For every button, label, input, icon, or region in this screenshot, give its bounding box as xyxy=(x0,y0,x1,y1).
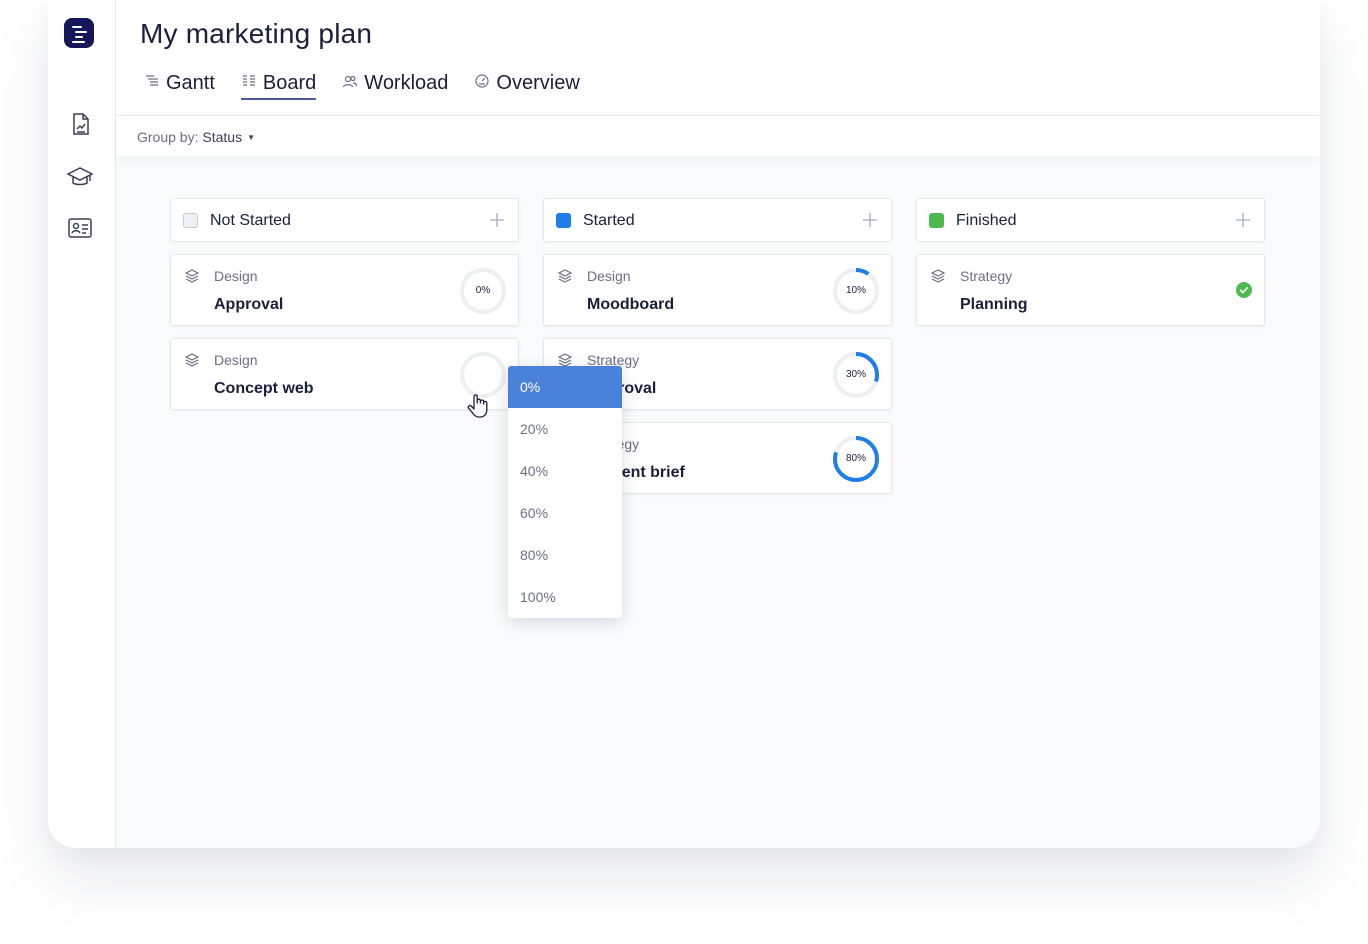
progress-label: 80% xyxy=(845,453,866,464)
column-title: Started xyxy=(583,212,635,229)
completed-check-icon[interactable] xyxy=(1235,281,1253,299)
task-card[interactable]: Design Moodboard 10% xyxy=(543,254,892,326)
tab-label: Board xyxy=(262,71,317,94)
app-logo-icon[interactable] xyxy=(64,18,94,48)
progress-option-0[interactable]: 0% xyxy=(508,366,622,408)
column-started: Started Design Moodboard 10% Strategy Ap… xyxy=(543,198,892,494)
task-category: Design xyxy=(587,268,631,284)
task-name: Moodboard xyxy=(587,296,675,313)
tab-overview[interactable]: Overview xyxy=(474,68,580,98)
caret-down-icon: ▼ xyxy=(247,133,255,142)
group-by-label: Group by: xyxy=(137,129,199,145)
column-header: Finished xyxy=(916,198,1265,242)
layers-icon xyxy=(557,268,573,284)
progress-option-20[interactable]: 20% xyxy=(508,408,622,450)
tab-label: Workload xyxy=(364,71,449,94)
progress-label: 30% xyxy=(845,369,866,380)
progress-ring[interactable]: 10% xyxy=(831,266,881,316)
contact-card-icon[interactable] xyxy=(66,214,94,242)
status-color-box xyxy=(556,213,571,228)
group-by-value: Status xyxy=(202,129,243,145)
tab-label: Gantt xyxy=(166,71,215,94)
view-tabs: Gantt Board Workload Overview xyxy=(144,68,580,100)
task-category: Design xyxy=(214,268,258,284)
document-chart-icon[interactable] xyxy=(66,110,94,138)
status-color-box xyxy=(929,213,944,228)
task-card[interactable]: Strategy Planning xyxy=(916,254,1265,326)
tab-gantt[interactable]: Gantt xyxy=(144,68,215,98)
task-card[interactable]: Design Approval 0% xyxy=(170,254,519,326)
group-by-selector[interactable]: Group by: Status ▼ xyxy=(137,129,255,145)
add-task-plus-icon[interactable] xyxy=(488,211,506,229)
gantt-icon xyxy=(144,72,160,95)
progress-option-80[interactable]: 80% xyxy=(508,534,622,576)
add-task-plus-icon[interactable] xyxy=(861,211,879,229)
layers-icon xyxy=(184,268,200,284)
board-toolbar: Group by: Status ▼ xyxy=(116,116,1320,156)
column-title: Not Started xyxy=(210,212,291,229)
task-name: Approval xyxy=(214,296,284,313)
column-header: Started xyxy=(543,198,892,242)
progress-dropdown: 0% 20% 40% 60% 80% 100% xyxy=(508,366,622,618)
progress-option-100[interactable]: 100% xyxy=(508,576,622,618)
sidebar xyxy=(48,0,116,848)
workload-users-icon xyxy=(342,72,358,95)
column-not-started: Not Started Design Approval 0% Design Co… xyxy=(170,198,519,410)
progress-ring[interactable]: 0% xyxy=(458,266,508,316)
graduation-cap-icon[interactable] xyxy=(66,163,94,191)
page-title: My marketing plan xyxy=(140,18,373,49)
progress-ring[interactable]: 30% xyxy=(831,350,881,400)
hand-pointer-cursor-icon xyxy=(466,392,492,420)
tab-board[interactable]: Board xyxy=(240,68,317,100)
column-title: Finished xyxy=(956,212,1017,229)
app-window: My marketing plan Gantt Board Workload O… xyxy=(48,0,1320,848)
progress-label: 10% xyxy=(845,285,866,296)
layers-icon xyxy=(930,268,946,284)
task-category: Design xyxy=(214,352,258,368)
tab-workload[interactable]: Workload xyxy=(342,68,448,98)
layers-icon xyxy=(184,352,200,368)
task-name: Concept web xyxy=(214,380,314,397)
overview-gauge-icon xyxy=(474,72,490,95)
progress-ring[interactable]: 80% xyxy=(831,434,881,484)
progress-option-40[interactable]: 40% xyxy=(508,450,622,492)
column-finished: Finished Strategy Planning xyxy=(916,198,1265,326)
board-icon xyxy=(241,72,257,95)
tab-label: Overview xyxy=(496,71,580,94)
page-header: My marketing plan Gantt Board Workload O… xyxy=(116,0,1320,116)
progress-option-60[interactable]: 60% xyxy=(508,492,622,534)
task-category: Strategy xyxy=(960,268,1013,284)
task-name: Planning xyxy=(960,296,1028,313)
progress-label: 0% xyxy=(475,285,491,296)
column-header: Not Started xyxy=(170,198,519,242)
add-task-plus-icon[interactable] xyxy=(1234,211,1252,229)
status-color-box xyxy=(183,213,198,228)
